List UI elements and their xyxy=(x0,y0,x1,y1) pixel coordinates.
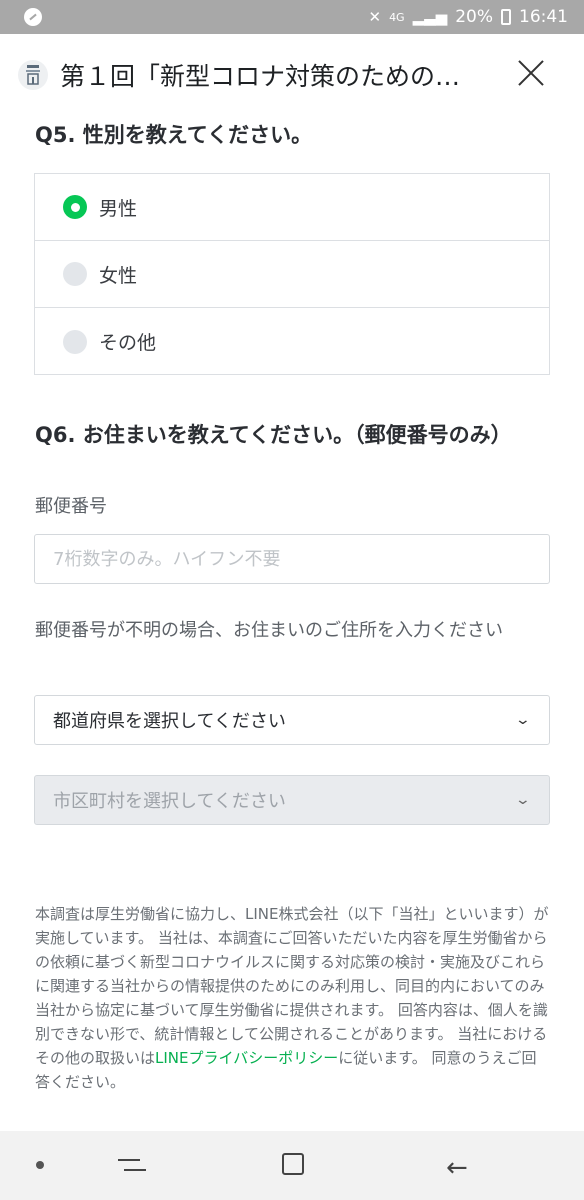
radio-option-other[interactable]: その他 xyxy=(35,308,549,375)
chevron-down-icon: ⌄ xyxy=(514,792,532,808)
battery-icon xyxy=(501,9,511,25)
q6-title: Q6. お住まいを教えてください。（郵便番号のみ） xyxy=(35,423,512,447)
mute-icon: ✕ xyxy=(368,8,382,26)
privacy-policy-link[interactable]: LINEプライバシーポリシー xyxy=(155,1049,338,1067)
radio-option-female[interactable]: 女性 xyxy=(35,241,549,308)
zip-label: 郵便番号 xyxy=(35,496,107,517)
nav-dot-icon[interactable] xyxy=(36,1161,44,1169)
network-type: 4G xyxy=(389,10,405,24)
recent-apps-icon[interactable] xyxy=(118,1153,146,1177)
app-header: 第１回「新型コロナ対策のための… xyxy=(0,34,584,116)
radio-label: 男性 xyxy=(99,197,138,220)
home-icon[interactable] xyxy=(282,1153,304,1175)
signal-icon: ▂▃▅ xyxy=(412,8,448,26)
battery-percent: 20% xyxy=(455,7,493,27)
status-bar: ✕ 4G ▂▃▅ 20% 16:41 xyxy=(0,0,584,34)
prefecture-select-value: 都道府県を選択してください xyxy=(53,711,286,732)
survey-icon xyxy=(18,60,48,90)
prefecture-select[interactable]: 都道府県を選択してください ⌄ xyxy=(34,695,550,745)
close-button[interactable] xyxy=(516,58,546,88)
radio-unchecked-icon xyxy=(63,262,87,286)
zip-input[interactable] xyxy=(34,534,550,584)
radio-checked-icon xyxy=(63,195,87,219)
clock: 16:41 xyxy=(519,7,568,27)
radio-unchecked-icon xyxy=(63,329,87,354)
radio-label: 女性 xyxy=(99,264,138,287)
back-icon[interactable]: ← xyxy=(446,1153,468,1183)
city-select[interactable]: 市区町村を選択してください ⌄ xyxy=(34,775,550,825)
q5-title: Q5. 性別を教えてください。 xyxy=(35,123,313,147)
gender-radio-group: 男性 女性 その他 xyxy=(34,173,550,375)
disclaimer-body: 本調査は厚生労働省に協力し、LINE株式会社（以下「当社」といいます）が実施して… xyxy=(35,905,549,1067)
city-select-value: 市区町村を選択してください xyxy=(53,791,286,812)
radio-label: その他 xyxy=(99,332,157,354)
key-icon xyxy=(24,8,42,26)
chevron-down-icon: ⌄ xyxy=(514,712,532,728)
radio-option-male[interactable]: 男性 xyxy=(35,174,549,241)
system-nav-bar: ← xyxy=(0,1131,584,1200)
address-note: 郵便番号が不明の場合、お住まいのご住所を入力ください xyxy=(35,620,503,641)
page-title: 第１回「新型コロナ対策のための… xyxy=(60,62,461,91)
disclaimer-text: 本調査は厚生労働省に協力し、LINE株式会社（以下「当社」といいます）が実施して… xyxy=(35,902,549,1094)
